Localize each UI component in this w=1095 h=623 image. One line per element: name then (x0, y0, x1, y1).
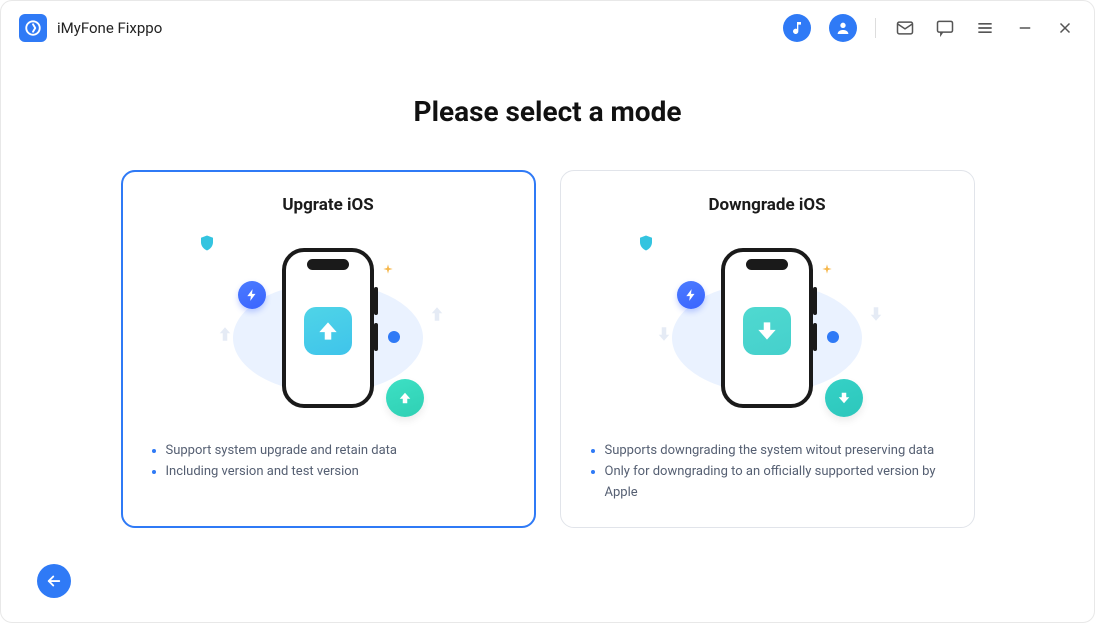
mail-icon[interactable] (894, 17, 916, 39)
mode-cards: Upgrate iOS (59, 170, 1036, 528)
close-icon[interactable] (1054, 17, 1076, 39)
mode-card-upgrade[interactable]: Upgrate iOS (121, 170, 536, 528)
arrow-down-circle-icon (825, 379, 863, 417)
chat-icon[interactable] (934, 17, 956, 39)
app-logo-icon (19, 14, 47, 42)
sparkle-icon (380, 263, 396, 279)
music-note-icon[interactable] (783, 14, 811, 42)
shield-icon (637, 238, 655, 257)
card-title: Upgrate iOS (150, 195, 507, 215)
mode-card-downgrade[interactable]: Downgrade iOS (560, 170, 975, 528)
titlebar-actions (783, 14, 1076, 42)
page-heading: Please select a mode (59, 95, 1036, 128)
card-illustration (637, 233, 897, 423)
phone-icon (721, 248, 813, 408)
bullet: Support system upgrade and retain data (150, 441, 507, 462)
sparkle-icon (819, 263, 835, 279)
bullet: Only for downgrading to an officially su… (589, 462, 946, 504)
card-bullets: Support system upgrade and retain data I… (150, 441, 507, 483)
shield-icon (198, 238, 216, 257)
card-title: Downgrade iOS (589, 195, 946, 215)
main-content: Please select a mode Upgrate iOS (1, 55, 1094, 622)
arrow-up-circle-icon (386, 379, 424, 417)
card-illustration (198, 233, 458, 423)
minimize-icon[interactable] (1014, 17, 1036, 39)
lightning-icon (677, 281, 705, 309)
user-icon[interactable] (829, 14, 857, 42)
menu-icon[interactable] (974, 17, 996, 39)
back-button[interactable] (37, 564, 71, 598)
bullet: Supports downgrading the system witout p… (589, 441, 946, 462)
phone-icon (282, 248, 374, 408)
card-bullets: Supports downgrading the system witout p… (589, 441, 946, 503)
app-window: iMyFone Fixppo (0, 0, 1095, 623)
arrow-up-icon (304, 307, 352, 355)
titlebar: iMyFone Fixppo (1, 1, 1094, 55)
bullet: Including version and test version (150, 462, 507, 483)
app-title: iMyFone Fixppo (57, 19, 162, 37)
lightning-icon (238, 281, 266, 309)
arrow-down-icon (743, 307, 791, 355)
